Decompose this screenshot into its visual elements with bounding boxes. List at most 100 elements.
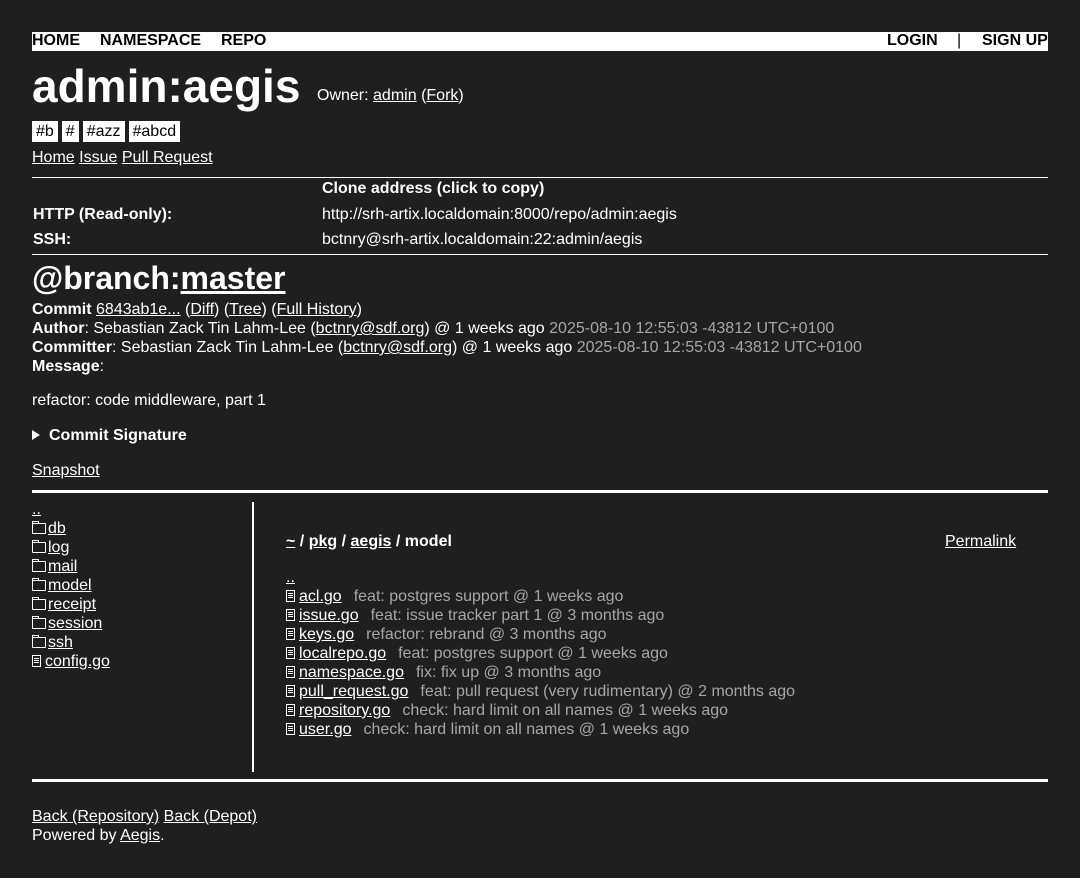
file-commit-message: feat: issue tracker part 1 @ 3 months ag… bbox=[370, 607, 665, 624]
file-link[interactable]: namespace.go bbox=[299, 664, 404, 681]
tree-item-link[interactable]: mail bbox=[48, 558, 77, 575]
folder-icon bbox=[32, 578, 46, 591]
branch-name-link[interactable]: master bbox=[181, 260, 286, 296]
message-line: Message: bbox=[32, 357, 862, 376]
file-link[interactable]: acl.go bbox=[299, 588, 342, 605]
commit-signature-label: Commit Signature bbox=[49, 427, 187, 444]
file-link[interactable]: repository.go bbox=[299, 702, 390, 719]
commit-hash-link[interactable]: 6843ab1e... bbox=[96, 301, 181, 318]
file-commit-message: check: hard limit on all names @ 1 weeks… bbox=[402, 702, 729, 719]
tree-item: config.go bbox=[32, 652, 252, 671]
nav-repo-link[interactable]: REPO bbox=[221, 32, 266, 50]
tag-badge[interactable]: #abcd bbox=[128, 121, 181, 142]
commit-line: Commit 6843ab1e... (Diff) (Tree) (Full H… bbox=[32, 300, 862, 319]
author-label: Author bbox=[32, 320, 85, 337]
parent-dir-link[interactable]: .. bbox=[32, 501, 41, 518]
tree-item-link[interactable]: session bbox=[48, 615, 102, 632]
folder-icon bbox=[32, 635, 46, 648]
tree-item: session bbox=[32, 614, 252, 633]
ssh-label: SSH: bbox=[33, 231, 72, 248]
file-icon bbox=[32, 655, 41, 667]
folder-icon bbox=[32, 540, 46, 553]
file-icon bbox=[286, 666, 295, 678]
file-link[interactable]: pull_request.go bbox=[299, 683, 408, 700]
commit-label: Commit bbox=[32, 301, 92, 318]
committer-email-link[interactable]: bctnry@sdf.org bbox=[343, 339, 452, 356]
tree-item: ssh bbox=[32, 633, 252, 652]
tree-item: receipt bbox=[32, 595, 252, 614]
http-label: HTTP (Read-only): bbox=[33, 206, 173, 223]
breadcrumb-sep: / bbox=[395, 533, 401, 550]
file-row: acl.go feat: postgres support @ 1 weeks a… bbox=[286, 587, 795, 606]
breadcrumb-root-link[interactable]: ~ bbox=[286, 533, 295, 550]
author-name: : Sebastian Zack Tin Lahm-Lee ( bbox=[84, 320, 316, 337]
breadcrumb-pkg-link[interactable]: pkg bbox=[309, 533, 337, 550]
powered-by-text: Powered by bbox=[32, 827, 117, 844]
file-link[interactable]: issue.go bbox=[299, 607, 359, 624]
file-parent: .. bbox=[286, 568, 795, 587]
subnav-pull-request-link[interactable]: Pull Request bbox=[122, 149, 213, 166]
folder-icon bbox=[32, 616, 46, 629]
folder-icon bbox=[32, 521, 46, 534]
branch-heading: @branch:master bbox=[32, 260, 286, 296]
divider bbox=[32, 490, 1048, 493]
fork-paren-close: ) bbox=[458, 87, 464, 104]
message-label: Message bbox=[32, 358, 100, 375]
tree-item: mail bbox=[32, 557, 252, 576]
top-nav: HOME NAMESPACE REPO LOGIN | SIGN UP bbox=[32, 32, 1048, 51]
back-depot-link[interactable]: Back (Depot) bbox=[164, 808, 257, 825]
file-icon bbox=[286, 685, 295, 697]
aegis-link[interactable]: Aegis bbox=[120, 827, 160, 844]
nav-home-link[interactable]: HOME bbox=[32, 32, 80, 50]
file-row: namespace.go fix: fix up @ 3 months ago bbox=[286, 663, 795, 682]
divider bbox=[32, 177, 1048, 178]
file-link[interactable]: user.go bbox=[299, 721, 351, 738]
tree-item-link[interactable]: config.go bbox=[45, 653, 110, 670]
tree-item-link[interactable]: db bbox=[48, 520, 66, 537]
diff-link[interactable]: Diff bbox=[190, 301, 214, 318]
tree-item-link[interactable]: log bbox=[48, 539, 69, 556]
permalink-link[interactable]: Permalink bbox=[945, 533, 1016, 551]
fork-link[interactable]: Fork bbox=[426, 87, 458, 104]
owner-line: Owner: admin (Fork) bbox=[317, 87, 464, 105]
file-commit-message: feat: postgres support @ 1 weeks ago bbox=[353, 588, 624, 605]
file-row: issue.go feat: issue tracker part 1 @ 3 m… bbox=[286, 606, 795, 625]
nav-login-link[interactable]: LOGIN bbox=[887, 32, 938, 50]
breadcrumb-aegis-link[interactable]: aegis bbox=[351, 533, 392, 550]
footer: Back (Repository) Back (Depot) Powered b… bbox=[32, 807, 257, 845]
tree-item-link[interactable]: receipt bbox=[48, 596, 96, 613]
tag-badge[interactable]: #azz bbox=[82, 121, 125, 142]
parent-dir-link[interactable]: .. bbox=[286, 569, 295, 586]
nav-namespace-link[interactable]: NAMESPACE bbox=[100, 32, 201, 50]
commit-signature-toggle[interactable]: Commit Signature bbox=[32, 427, 187, 445]
powered-by-line: Powered by Aegis. bbox=[32, 826, 257, 845]
file-row: repository.go check: hard limit on all na… bbox=[286, 701, 795, 720]
snapshot-link[interactable]: Snapshot bbox=[32, 462, 100, 480]
file-row: pull_request.go feat: pull request (very … bbox=[286, 682, 795, 701]
committer-line: Committer: Sebastian Zack Tin Lahm-Lee (… bbox=[32, 338, 862, 357]
file-list: .. acl.go feat: postgres support @ 1 week… bbox=[286, 568, 795, 739]
file-icon bbox=[286, 609, 295, 621]
subnav-issue-link[interactable]: Issue bbox=[79, 149, 117, 166]
commit-info: Commit 6843ab1e... (Diff) (Tree) (Full H… bbox=[32, 300, 862, 376]
back-repository-link[interactable]: Back (Repository) bbox=[32, 808, 159, 825]
tree-item-link[interactable]: model bbox=[48, 577, 92, 594]
repo-subnav: Home Issue Pull Request bbox=[32, 149, 213, 167]
tree-parent: .. bbox=[32, 500, 252, 519]
owner-link[interactable]: admin bbox=[373, 87, 417, 104]
disclosure-triangle-icon bbox=[32, 430, 40, 440]
http-clone-address[interactable]: http://srh-artix.localdomain:8000/repo/a… bbox=[322, 206, 677, 224]
tree-item-link[interactable]: ssh bbox=[48, 634, 73, 651]
author-email-link[interactable]: bctnry@sdf.org bbox=[316, 320, 425, 337]
file-link[interactable]: localrepo.go bbox=[299, 645, 386, 662]
ssh-clone-address[interactable]: bctnry@srh-artix.localdomain:22:admin/ae… bbox=[322, 231, 642, 249]
full-history-link[interactable]: Full History bbox=[277, 301, 357, 318]
tree-item: db bbox=[32, 519, 252, 538]
tree-link[interactable]: Tree bbox=[229, 301, 261, 318]
nav-signup-link[interactable]: SIGN UP bbox=[982, 32, 1048, 50]
file-link[interactable]: keys.go bbox=[299, 626, 354, 643]
subnav-home-link[interactable]: Home bbox=[32, 149, 75, 166]
tag-badge[interactable]: # bbox=[61, 121, 79, 142]
tag-badge[interactable]: #b bbox=[32, 121, 58, 142]
directory-tree: .. db log mail model receipt session ssh… bbox=[32, 500, 252, 671]
